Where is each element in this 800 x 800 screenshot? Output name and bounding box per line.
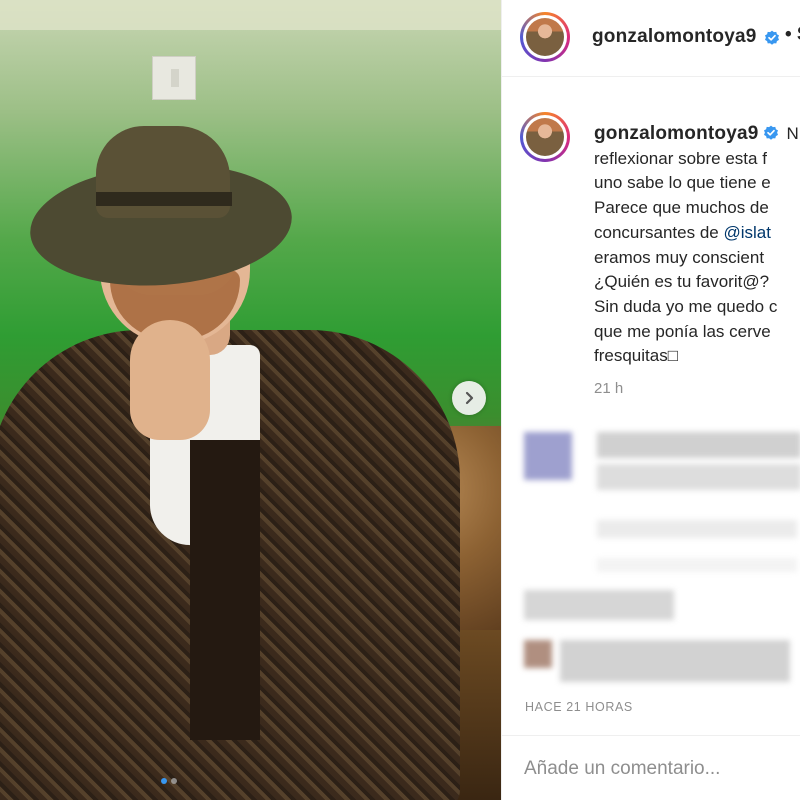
comment-avatar: [524, 432, 572, 480]
post-date-label: HACE 21 HORAS: [525, 700, 633, 714]
comment-blurred-text: [597, 558, 797, 572]
verified-badge-icon: [765, 30, 779, 45]
comment-avatar: [524, 640, 552, 668]
comment-list: [502, 408, 800, 698]
caption-line: concursantes de: [594, 222, 724, 242]
caption-line: eramos muy conscient: [594, 247, 765, 267]
hat-band: [96, 192, 232, 206]
carousel-dot-active: [161, 778, 167, 784]
comment-input[interactable]: [524, 754, 794, 784]
comment-blurred-text: [560, 640, 790, 682]
comment-blurred-text: [597, 464, 800, 490]
carousel-indicator: [161, 778, 177, 784]
comment-blurred-text: [597, 520, 797, 538]
caption-line: Parece que muchos de: [594, 198, 769, 218]
header-username[interactable]: gonzalomontoya9: [592, 26, 757, 48]
post-sidebar: gonzalomontoya9 • S gonzalomontoya9 N re…: [501, 0, 800, 800]
caption-line: reflexionar sobre esta f: [594, 148, 767, 168]
caption-line: uno sabe lo que tiene e: [594, 173, 771, 193]
post-header: gonzalomontoya9 • S: [502, 0, 800, 77]
wall-decor: [0, 0, 501, 30]
caption-line: Sin duda yo me quedo c: [594, 296, 778, 316]
light-switch: [152, 56, 196, 100]
caption-line: que me ponía las cerve: [594, 321, 771, 341]
caption-line: N: [786, 124, 799, 143]
caption-line: fresquitas□: [594, 346, 678, 366]
add-comment-bar: [502, 735, 800, 800]
post-caption: gonzalomontoya9 N reflexionar sobre esta…: [502, 78, 800, 408]
comment-blurred-text: [524, 590, 674, 620]
caption-line: ¿Quién es tu favorit@?: [594, 272, 770, 292]
carousel-dot: [171, 778, 177, 784]
header-follow-separator[interactable]: • S: [785, 24, 800, 46]
caption-username[interactable]: gonzalomontoya9: [594, 123, 759, 144]
comment-blurred-text: [597, 432, 800, 458]
verified-badge-icon: [763, 125, 778, 140]
avatar[interactable]: [520, 12, 570, 62]
caption-avatar[interactable]: [520, 112, 570, 162]
cardigan-placket: [190, 440, 260, 740]
person-hand: [130, 320, 210, 440]
post-photo[interactable]: [0, 0, 501, 800]
chevron-right-icon: [465, 391, 474, 405]
caption-text: gonzalomontoya9 N reflexionar sobre esta…: [594, 122, 800, 369]
carousel-next-button[interactable]: [452, 381, 486, 415]
post-timestamp[interactable]: 21 h: [594, 380, 623, 397]
mention-link[interactable]: @islat: [723, 223, 771, 242]
